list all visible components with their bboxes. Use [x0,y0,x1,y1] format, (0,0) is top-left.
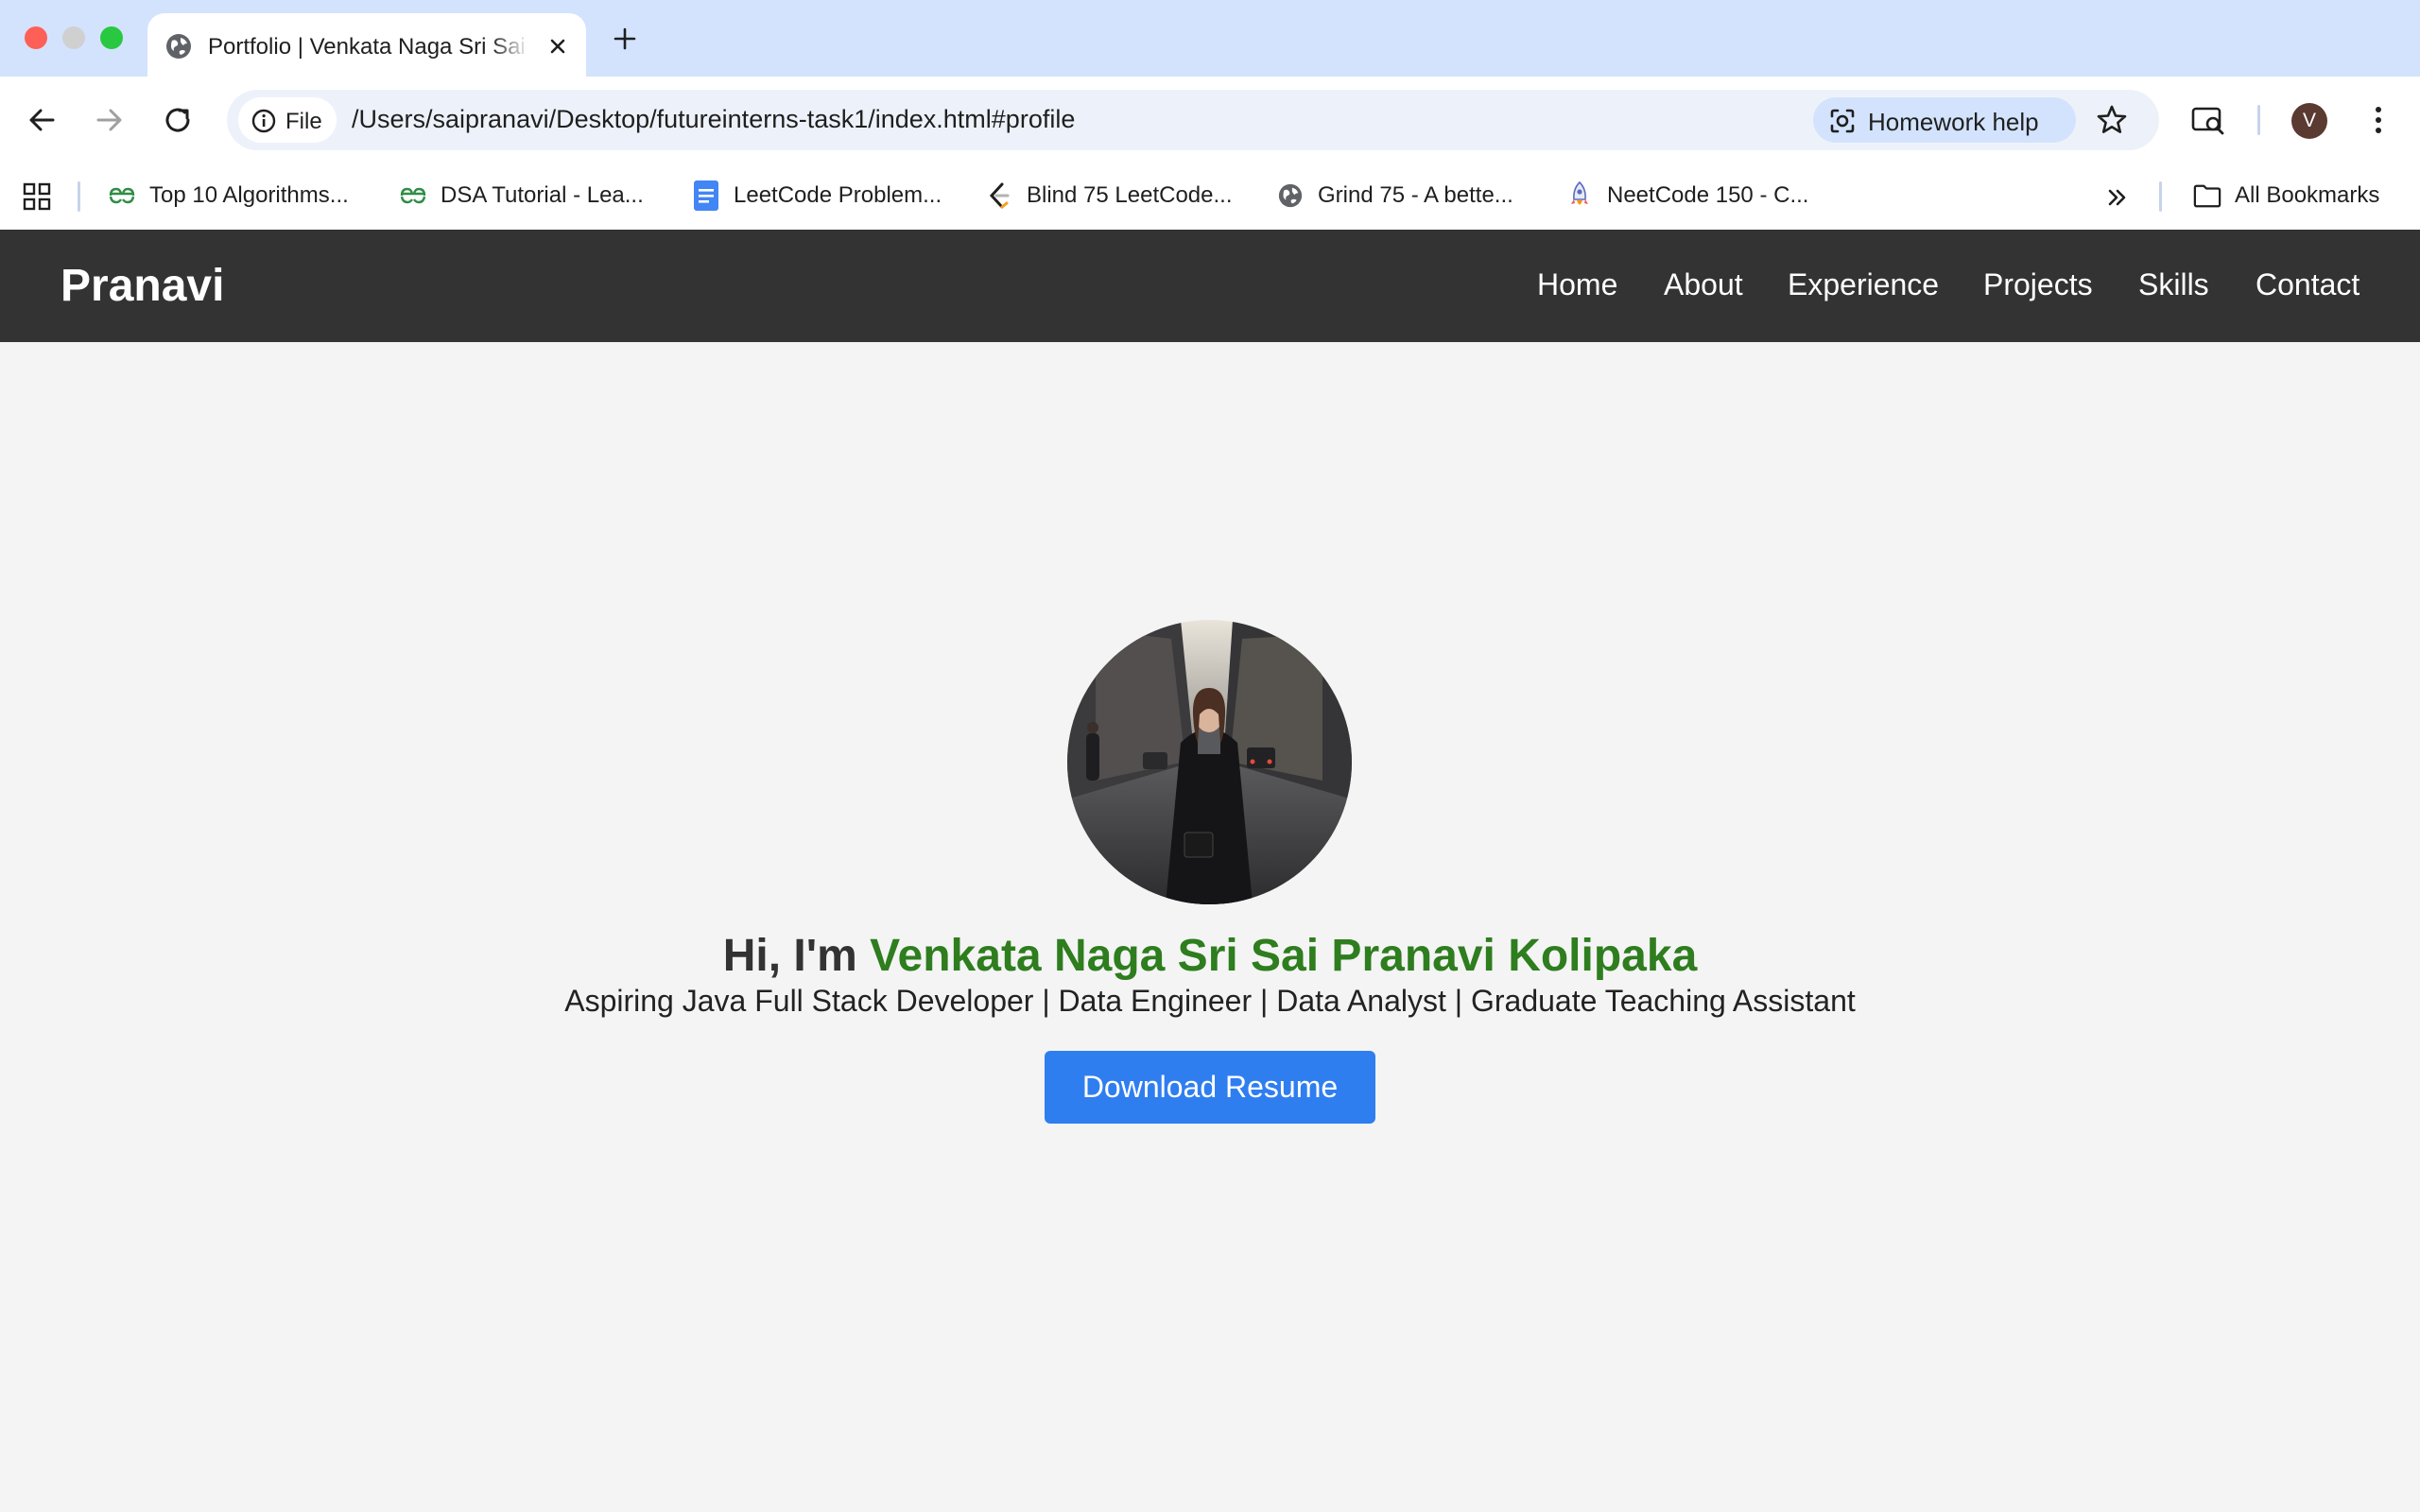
bookmark-label: Blind 75 LeetCode... [1027,182,1233,208]
toolbar-divider [2257,105,2260,135]
bookmarks-bar: Top 10 Algorithms... DSA Tutorial - Lea.… [0,163,2420,230]
homework-help-label: Homework help [1868,108,2039,136]
leetcode-icon [985,181,1013,210]
window-close-button[interactable] [25,26,47,49]
more-menu-icon[interactable] [2360,101,2397,139]
download-resume-button[interactable]: Download Resume [1045,1051,1375,1124]
hero-name: Venkata Naga Sri Sai Pranavi Kolipaka [870,931,1698,981]
forward-arrow-icon[interactable] [91,101,129,139]
bookmark-label: Top 10 Algorithms... [149,182,349,208]
site-navbar: Pranavi Home About Experience Projects S… [0,230,2420,342]
globe-icon [1276,181,1305,210]
nav-link-home[interactable]: Home [1537,267,1617,302]
nav-link-about[interactable]: About [1664,267,1743,302]
site-info-label: File [285,109,322,134]
tab-title: Portfolio | Venkata Naga Sri Sai Pranavi… [208,34,529,60]
info-icon [251,109,276,133]
lens-camera-icon [1830,109,1855,133]
url-text[interactable]: /Users/saipranavi/Desktop/futureinterns-… [352,105,1075,134]
profile-photo [1067,620,1352,904]
nav-link-projects[interactable]: Projects [1983,267,2093,302]
tab-search-icon[interactable] [2189,101,2227,139]
all-bookmarks-label: All Bookmarks [2235,182,2380,208]
bookmark-item[interactable]: Top 10 Algorithms... [108,179,349,213]
window-minimize-button[interactable] [62,26,85,49]
back-arrow-icon[interactable] [23,101,60,139]
bookmark-label: Grind 75 - A bette... [1318,182,1513,208]
bookmark-item[interactable]: Grind 75 - A bette... [1276,179,1513,213]
apps-grid-icon[interactable] [23,182,51,211]
nav-link-experience[interactable]: Experience [1788,267,1939,302]
bookmark-label: NeetCode 150 - C... [1607,182,1809,208]
bookmark-item[interactable]: DSA Tutorial - Lea... [399,179,644,213]
site-logo[interactable]: Pranavi [60,260,224,312]
hero-greeting: Hi, I'm [722,931,871,981]
nav-link-contact[interactable]: Contact [2256,267,2360,302]
bookmark-item[interactable]: LeetCode Problem... [692,179,942,213]
google-docs-icon [692,180,720,211]
tab-close-icon[interactable] [543,31,573,61]
browser-tab-active[interactable]: Portfolio | Venkata Naga Sri Sai Pranavi… [147,13,586,77]
hero-subtitle: Aspiring Java Full Stack Developer | Dat… [564,984,1856,1018]
geeksforgeeks-icon [399,181,427,210]
bookmark-item[interactable]: Blind 75 LeetCode... [985,179,1233,213]
bookmark-star-icon[interactable] [2095,103,2129,137]
globe-icon [166,34,191,59]
window-maximize-button[interactable] [100,26,123,49]
bookmarks-divider [2159,181,2162,212]
address-bar[interactable]: File /Users/saipranavi/Desktop/futureint… [227,90,2159,150]
profile-avatar[interactable]: V [2291,103,2327,139]
browser-toolbar: File /Users/saipranavi/Desktop/futureint… [0,77,2420,163]
browser-tab-strip: Portfolio | Venkata Naga Sri Sai Pranavi… [0,0,2420,77]
geeksforgeeks-icon [108,181,136,210]
rocket-icon [1565,180,1594,210]
hero-heading: Hi, I'm Venkata Naga Sri Sai Pranavi Kol… [0,930,2420,982]
new-tab-icon[interactable] [609,23,641,55]
folder-icon [2193,181,2221,210]
bookmarks-divider [78,181,80,212]
all-bookmarks-button[interactable]: All Bookmarks [2193,179,2379,213]
nav-link-skills[interactable]: Skills [2138,267,2209,302]
bookmark-label: DSA Tutorial - Lea... [441,182,644,208]
reload-icon[interactable] [159,101,197,139]
site-info-chip[interactable]: File [238,97,337,143]
bookmark-item[interactable]: NeetCode 150 - C... [1565,179,1808,213]
chevron-double-right-icon[interactable] [2104,184,2131,211]
homework-help-button[interactable]: Homework help [1813,97,2076,143]
bookmark-label: LeetCode Problem... [734,182,942,208]
